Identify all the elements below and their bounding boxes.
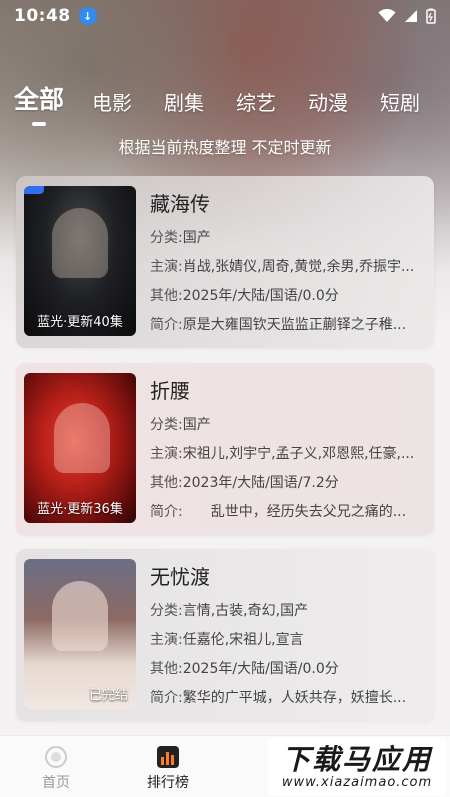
poster-tag: [24, 186, 44, 194]
other-label: 其他:: [150, 288, 183, 304]
intro-label: 简介:: [150, 504, 183, 520]
cast-value: 任嘉伦,宋祖儿,宣言: [182, 632, 304, 648]
nav-home[interactable]: 首页: [0, 736, 112, 797]
download-icon: ↓: [78, 7, 97, 25]
cast-label: 主演:: [150, 632, 183, 648]
tab-short-drama[interactable]: 短剧: [380, 87, 420, 116]
watermark-logo: 下载马应用 www.xiazaimao.com: [268, 738, 446, 796]
intro-label: 简介:: [150, 690, 183, 706]
tab-label: 全部: [14, 85, 65, 114]
cast-label: 主演:: [150, 446, 183, 462]
status-time: 10:48: [14, 6, 71, 26]
item-category: 分类:言情,古装,奇幻,国产: [150, 600, 426, 620]
category-value: 国产: [182, 417, 211, 433]
item-intro: 简介:原是大雍国钦天监监正蒯铎之子稚...: [150, 314, 426, 334]
ranking-subtitle: 根据当前热度整理 不定时更新: [118, 138, 332, 157]
watermark-main: 下载马应用: [281, 742, 432, 776]
poster-badge: 已完结: [88, 688, 128, 703]
item-info: 折腰 分类:国产 主演:宋祖儿,刘宇宁,孟子义,邓恩熙,任豪,... 其他:20…: [150, 373, 426, 525]
category-value: 言情,古装,奇幻,国产: [182, 603, 309, 619]
tab-variety[interactable]: 综艺: [236, 87, 276, 116]
poster-figure: [54, 403, 110, 473]
intro-value: 乱世中，经历失去父兄之痛的...: [182, 504, 407, 520]
tab-movie[interactable]: 电影: [92, 87, 132, 116]
category-value: 国产: [182, 230, 211, 246]
poster-badge: 蓝光·更新36集: [37, 502, 123, 517]
poster-image: 蓝光·更新36集: [24, 373, 136, 523]
other-label: 其他:: [150, 661, 183, 677]
signal-icon: [405, 10, 417, 22]
tab-anime[interactable]: 动漫: [308, 87, 348, 116]
item-cast: 主演:宋祖儿,刘宇宁,孟子义,邓恩熙,任豪,...: [150, 443, 426, 463]
category-tabs: 全部 电影 剧集 综艺 动漫 短剧: [0, 76, 450, 126]
list-item[interactable]: 蓝光·更新40集 藏海传 分类:国产 主演:肖战,张婧仪,周奇,黄觉,余男,乔振…: [16, 176, 434, 348]
category-label: 分类:: [150, 230, 183, 246]
nav-rank[interactable]: 排行榜: [112, 736, 224, 797]
nav-rank-label: 排行榜: [147, 775, 189, 791]
item-cast: 主演:任嘉伦,宋祖儿,宣言: [150, 629, 426, 649]
item-title: 无忧渡: [150, 565, 210, 589]
category-label: 分类:: [150, 417, 183, 433]
list-item[interactable]: 已完结 无忧渡 分类:言情,古装,奇幻,国产 主演:任嘉伦,宋祖儿,宣言 其他:…: [16, 549, 434, 721]
tab-all[interactable]: 全部: [14, 80, 65, 126]
poster-figure: [52, 208, 108, 278]
battery-icon: [426, 8, 436, 24]
item-intro: 简介:繁华的广平城，人妖共存，妖擅长...: [150, 687, 426, 707]
intro-value: 原是大雍国钦天监监正蒯铎之子稚...: [182, 317, 407, 333]
intro-value: 繁华的广平城，人妖共存，妖擅长...: [182, 690, 407, 706]
poster-badge: 蓝光·更新40集: [37, 315, 123, 330]
poster-figure: [52, 581, 108, 651]
other-value: 2023年/大陆/国语/7.2分: [182, 475, 339, 491]
tab-indicator: [32, 122, 46, 126]
item-intro: 简介: 乱世中，经历失去父兄之痛的...: [150, 501, 426, 521]
item-cast: 主演:肖战,张婧仪,周奇,黄觉,余男,乔振宇...: [150, 256, 426, 276]
poster-image: 已完结: [24, 559, 136, 709]
item-other: 其他:2025年/大陆/国语/0.0分: [150, 658, 426, 678]
item-category: 分类:国产: [150, 227, 426, 247]
list-item[interactable]: 蓝光·更新36集 折腰 分类:国产 主演:宋祖儿,刘宇宁,孟子义,邓恩熙,任豪,…: [16, 363, 434, 535]
watermark-sub: www.xiazaimao.com: [281, 774, 433, 790]
cast-label: 主演:: [150, 259, 183, 275]
other-value: 2025年/大陆/国语/0.0分: [182, 661, 339, 677]
wifi-icon: [378, 9, 396, 22]
ranking-icon: [157, 746, 179, 768]
poster-image: 蓝光·更新40集: [24, 186, 136, 336]
status-bar: 10:48 ↓: [0, 0, 450, 32]
item-title: 折腰: [150, 379, 190, 403]
item-info: 无忧渡 分类:言情,古装,奇幻,国产 主演:任嘉伦,宋祖儿,宣言 其他:2025…: [150, 559, 426, 711]
home-icon: [45, 746, 67, 768]
cast-value: 宋祖儿,刘宇宁,孟子义,邓恩熙,任豪,...: [182, 446, 415, 462]
status-icons: [378, 8, 436, 24]
other-value: 2025年/大陆/国语/0.0分: [182, 288, 339, 304]
item-info: 藏海传 分类:国产 主演:肖战,张婧仪,周奇,黄觉,余男,乔振宇... 其他:2…: [150, 186, 426, 338]
tab-series[interactable]: 剧集: [164, 87, 204, 116]
intro-label: 简介:: [150, 317, 183, 333]
item-other: 其他:2025年/大陆/国语/0.0分: [150, 285, 426, 305]
item-other: 其他:2023年/大陆/国语/7.2分: [150, 472, 426, 492]
nav-home-label: 首页: [42, 775, 70, 791]
category-label: 分类:: [150, 603, 183, 619]
item-title: 藏海传: [150, 192, 210, 216]
other-label: 其他:: [150, 475, 183, 491]
item-category: 分类:国产: [150, 414, 426, 434]
cast-value: 肖战,张婧仪,周奇,黄觉,余男,乔振宇...: [182, 259, 415, 275]
